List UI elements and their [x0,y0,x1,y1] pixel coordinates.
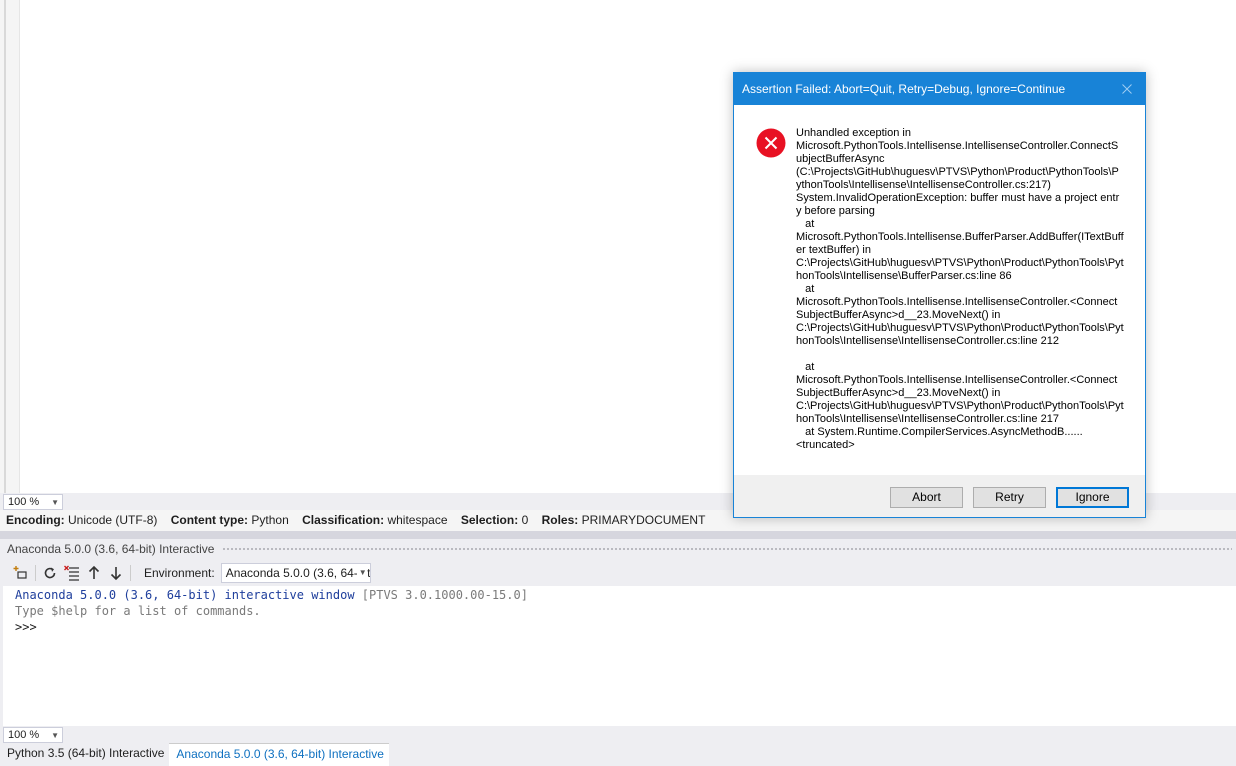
encoding-value: Unicode (UTF-8) [68,513,158,527]
encoding-label: Encoding: [6,513,65,527]
banner-version: [PTVS 3.0.1000.00-15.0] [361,588,528,602]
pane-splitter[interactable] [0,531,1236,539]
banner-text: Anaconda 5.0.0 (3.6, 64-bit) interactive… [15,588,362,602]
history-up-icon[interactable] [83,562,105,584]
chevron-down-icon: ▼ [51,498,59,507]
selection-label: Selection: [460,513,519,527]
toolbar-separator [130,565,131,581]
console-prompt[interactable]: >>> [15,619,1224,635]
chevron-down-icon: ▼ [51,731,59,740]
console-help-line: Type $help for a list of commands. [15,604,261,618]
dialog-title: Assertion Failed: Abort=Quit, Retry=Debu… [742,82,1066,96]
editor-zoom-value: 100 % [8,496,40,508]
assertion-dialog: Assertion Failed: Abort=Quit, Retry=Debu… [733,72,1146,518]
dialog-titlebar[interactable]: Assertion Failed: Abort=Quit, Retry=Debu… [734,73,1145,105]
roles-value: PRIMARYDOCUMENT [581,513,706,527]
content-type-value: Python [251,513,289,527]
dialog-body: Unhandled exception in Microsoft.PythonT… [734,105,1145,475]
classification-label: Classification: [302,513,385,527]
ignore-button[interactable]: Ignore [1056,487,1129,508]
console-banner-line: Anaconda 5.0.0 (3.6, 64-bit) interactive… [15,587,1224,603]
roles-label: Roles: [541,513,579,527]
clear-screen-icon[interactable] [61,562,83,584]
console-zoom-dropdown[interactable]: 100 % ▼ [3,727,63,743]
content-type-label: Content type: [170,513,249,527]
interactive-window-title: Anaconda 5.0.0 (3.6, 64-bit) Interactive [0,540,1236,559]
new-scope-icon[interactable] [10,562,32,584]
environment-label: Environment: [144,566,215,580]
editor-gutter [0,0,20,493]
environment-select[interactable]: Anaconda 5.0.0 (3.6, 64-bit) ▼ [220,563,371,583]
console-zoom-value: 100 % [8,729,40,741]
dialog-footer: Abort Retry Ignore [734,475,1145,517]
error-icon [756,128,786,158]
visual-studio-window: 100 % ▼ Encoding: Unicode (UTF-8) Conten… [0,0,1236,766]
tool-window-tabs: Python 3.5 (64-bit) Interactive Anaconda… [0,743,1236,766]
dialog-message: Unhandled exception in Microsoft.PythonT… [796,127,1124,451]
environment-value: Anaconda 5.0.0 (3.6, 64-bit) [225,566,371,580]
tab-python35-interactive[interactable]: Python 3.5 (64-bit) Interactive [0,743,169,766]
editor-zoom-dropdown[interactable]: 100 % ▼ [3,494,63,510]
close-icon[interactable] [1117,73,1137,105]
interactive-title-text: Anaconda 5.0.0 (3.6, 64-bit) Interactive [7,542,215,556]
tab-anaconda-interactive[interactable]: Anaconda 5.0.0 (3.6, 64-bit) Interactive [169,743,389,766]
title-grip[interactable] [222,547,1232,552]
chevron-down-icon: ▼ [356,564,367,582]
toolbar-separator [35,565,36,581]
selection-value: 0 [521,513,529,527]
reset-icon[interactable] [39,562,61,584]
abort-button[interactable]: Abort [890,487,963,508]
interactive-console[interactable]: Anaconda 5.0.0 (3.6, 64-bit) interactive… [3,586,1236,726]
history-down-icon[interactable] [105,562,127,584]
interactive-toolbar: Environment: Anaconda 5.0.0 (3.6, 64-bit… [0,561,1236,585]
classification-value: whitespace [387,513,448,527]
retry-button[interactable]: Retry [973,487,1046,508]
